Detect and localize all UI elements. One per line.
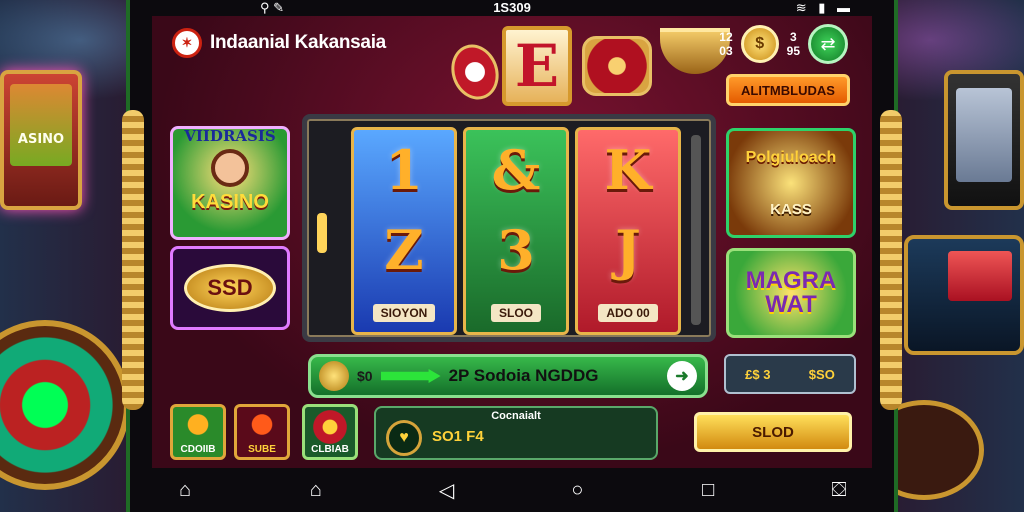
gold-pillar-right — [880, 110, 902, 410]
reel-scrollbar[interactable] — [691, 135, 701, 325]
status-bar: ⚲ ✎ 1S309 ≋ ▮ ▬ — [150, 0, 874, 16]
left-casino-scene: ASINO — [0, 60, 130, 500]
reel-symbol: 1 — [385, 138, 423, 202]
heart-icon: ♥ — [386, 420, 422, 456]
reel-1: 1 Z SIOYON — [351, 127, 457, 335]
reel-label: ADO 00 — [598, 304, 658, 322]
reel-label: SLOO — [490, 304, 541, 322]
status-icons-right: ≋ ▮ ▬ — [795, 0, 854, 15]
counter-right: 3 95 — [786, 30, 800, 58]
stat-left: £$ 3 — [745, 366, 771, 382]
reel-symbol: J — [615, 218, 641, 282]
casino-chip-icon — [443, 37, 507, 107]
mini-game-tile[interactable]: CDOIIB — [170, 404, 226, 460]
jackpot-tile-label: KASS — [770, 200, 812, 218]
brand-logo-icon: ✶ — [172, 28, 202, 58]
balance-caption: Cocnaialt — [491, 410, 541, 422]
gallery-icon[interactable]: ⛋ — [824, 479, 854, 502]
mini-game-tile[interactable]: SUBE — [234, 404, 290, 460]
go-arrow-icon[interactable]: ➜ — [667, 361, 697, 391]
ssd-tile-label: SSD — [184, 264, 276, 312]
brand-name: Indaanial Kakansaia — [210, 32, 386, 53]
character-avatar — [211, 148, 249, 187]
android-nav-bar: ⌂ ⌂ ◁ ○ □ ⛋ — [130, 468, 894, 512]
top-action-button[interactable]: ALITMBLUDAS — [726, 74, 850, 106]
kasino-game-tile[interactable]: VIIDRASIS KASINO — [170, 126, 290, 240]
home-circle-icon[interactable]: ○ — [562, 479, 592, 502]
coin-icon[interactable]: $ — [740, 25, 779, 63]
reel-3: K J ADO 00 — [575, 127, 681, 335]
reel-symbol: & — [491, 138, 541, 202]
swap-icon[interactable]: ⇄ — [808, 24, 848, 64]
stat-right: $SO — [808, 366, 835, 382]
right-casino-scene — [864, 60, 1024, 500]
mini-tile-label: CLBIAB — [311, 444, 349, 455]
top-right-controls: 12 03 $ 3 95 ⇄ — [719, 24, 848, 64]
slot-drum-icon — [582, 36, 652, 96]
gold-pillar-left — [122, 110, 144, 410]
stat-panel: £$ 3 $SO — [724, 354, 856, 394]
reel-symbol: 3 — [497, 218, 535, 282]
coin-icon — [319, 361, 349, 391]
reel-symbol: K — [604, 138, 652, 202]
counter-left: 12 03 — [719, 30, 733, 58]
reel-label: SIOYON — [372, 304, 436, 322]
kasino-tile-label: KASINO — [191, 190, 269, 213]
jackpot-game-tile[interactable]: Polgiuloach KASS — [726, 128, 856, 238]
jackpot-tile-title: Polgiuloach — [745, 148, 837, 166]
mega-game-tile[interactable]: MAGRA WAT — [726, 248, 856, 338]
reel-handle-left[interactable] — [317, 213, 327, 253]
back-icon[interactable]: ◁ — [432, 478, 462, 503]
reel-symbol: Z — [384, 218, 424, 282]
mega-tile-line1: MAGRA — [745, 267, 837, 294]
buy-button[interactable]: SLOD — [694, 412, 852, 452]
slot-reels: 1 Z SIOYON & 3 SLOO K J ADO 00 — [302, 114, 716, 342]
slot-machine-right-lower — [904, 235, 1024, 355]
spin-bar[interactable]: $0 2P Sodoia NGDDG ➜ — [308, 354, 708, 398]
game-screen: ✶ Indaanial Kakansaia E 12 03 $ 3 95 ⇄ A… — [152, 16, 872, 468]
mini-tile-label: SUBE — [248, 444, 276, 455]
phone-frame: ⚲ ✎ 1S309 ≋ ▮ ▬ ✶ Indaanial Kakansaia E … — [122, 0, 902, 512]
brand: ✶ Indaanial Kakansaia — [172, 28, 386, 58]
hero-letter: E — [502, 26, 572, 106]
balance-value: SO1 F4 — [432, 428, 484, 445]
recents-icon[interactable]: □ — [693, 479, 723, 502]
roulette-wheel — [0, 320, 130, 490]
balance-panel: Cocnaialt ♥ SO1 F4 — [374, 406, 658, 460]
reel-2: & 3 SLOO — [463, 127, 569, 335]
kasino-tile-title: VIIDRASIS — [184, 126, 276, 145]
ssd-game-tile[interactable]: SSD — [170, 246, 290, 330]
status-icons-left: ⚲ ✎ — [260, 0, 285, 15]
slot-machine-right — [944, 70, 1024, 210]
status-time: 1S309 — [493, 0, 531, 15]
spin-bet: $0 — [357, 368, 373, 384]
home-outline-icon[interactable]: ⌂ — [301, 479, 331, 502]
slot-machine-left: ASINO — [0, 70, 82, 210]
mini-tile-label: CDOIIB — [180, 444, 216, 455]
hero-art: E — [442, 22, 730, 112]
mega-tile-line2: WAT — [765, 291, 817, 318]
home-icon[interactable]: ⌂ — [170, 479, 200, 502]
spin-text: 2P Sodoia NGDDG — [448, 366, 599, 385]
mini-game-tile[interactable]: CLBIAB — [302, 404, 358, 460]
arrow-icon — [380, 369, 441, 383]
